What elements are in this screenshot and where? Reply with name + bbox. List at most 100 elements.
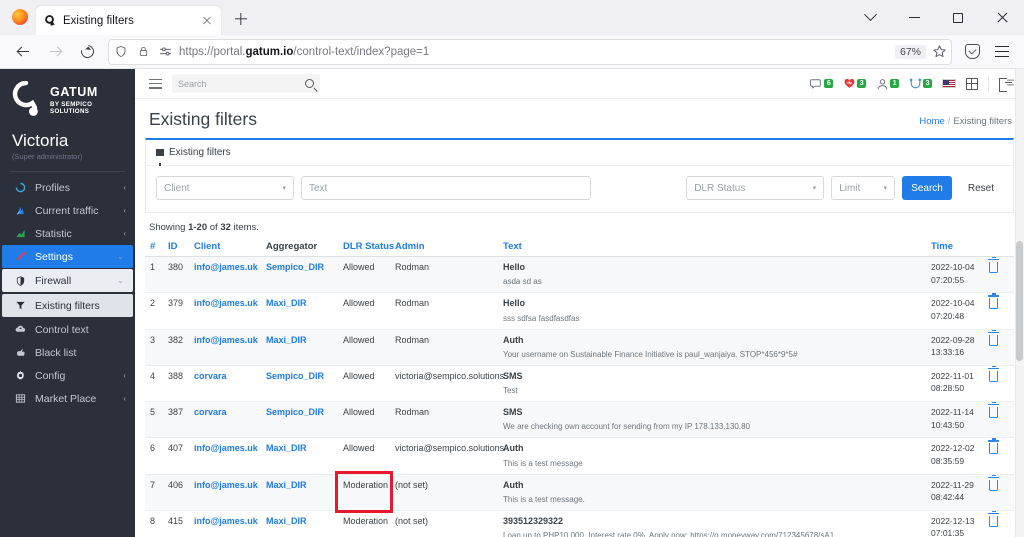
search-icon[interactable] [305,79,314,88]
trash-icon[interactable] [988,402,1000,418]
reload-button[interactable] [72,38,102,66]
reset-button[interactable]: Reset [958,176,1003,200]
users-icon[interactable]: 1 [876,78,900,90]
sidebar-item-statistic[interactable]: Statistic ‹ [0,222,135,245]
page-scrollbar[interactable] [1015,69,1024,537]
cell-client[interactable]: info@james.uk [189,437,261,475]
permissions-icon[interactable] [157,44,173,60]
cell-text: Hello asda sd as [498,256,926,294]
cell-aggregator[interactable]: Sempico_DIR [261,256,338,294]
forward-button[interactable] [40,38,70,66]
shield-icon[interactable] [113,44,129,60]
cell-aggregator[interactable]: Maxi_DIR [261,292,338,330]
table-row[interactable]: 1 380 info@james.uk Sempico_DIR Allowed … [145,256,1014,294]
cell-client[interactable]: info@james.uk [189,474,261,511]
col-aggregator[interactable]: Aggregator [261,237,338,257]
table-row[interactable]: 4 388 corvara Sempico_DIR Allowed victor… [145,365,1014,403]
col-dlr-status[interactable]: DLR Status [338,237,394,257]
col-admin[interactable]: Admin [390,237,498,257]
sms-icon[interactable]: 6 [810,78,834,89]
tab-title: Existing filters [63,14,134,27]
hamburger-icon[interactable] [149,78,162,89]
sidebar-item-market-place[interactable]: Market Place ‹ [0,387,135,410]
scrollbar-thumb[interactable] [1016,241,1023,361]
new-tab-button[interactable] [227,5,255,33]
us-flag-icon[interactable] [942,79,956,88]
cell-aggregator[interactable]: Sempico_DIR [261,365,338,403]
cell-client[interactable]: info@james.uk [189,256,261,294]
market-place-icon [14,393,27,404]
cell-client[interactable]: corvara [189,401,261,439]
sidebar-item-black-list[interactable]: Black list [0,341,135,364]
trash-icon[interactable] [988,438,1000,455]
cell-aggregator[interactable]: Maxi_DIR [261,510,338,537]
col-id[interactable]: ID [163,237,189,257]
list-all-tabs-button[interactable] [848,0,892,35]
cell-aggregator[interactable]: Sempico_DIR [261,401,338,439]
breadcrumb-home[interactable]: Home [919,116,944,127]
client-select[interactable]: Client ▾ [156,176,294,200]
table-row[interactable]: 5 387 corvara Sempico_DIR Allowed Rodman… [145,401,1014,439]
pocket-button[interactable] [958,38,986,66]
sidebar-item-settings[interactable]: Settings ⌄ [2,245,133,268]
brand-text: GATUM BY SEMPICO SOLUTIONS [50,85,125,116]
cell-aggregator[interactable]: Maxi_DIR [261,474,338,511]
search-button[interactable]: Search [902,176,952,200]
col-time[interactable]: Time [926,237,984,257]
trash-icon[interactable] [988,329,1000,346]
support-icon[interactable]: 3 [909,78,932,90]
trash-icon[interactable] [988,293,1000,310]
cell-aggregator[interactable]: Maxi_DIR [261,329,338,366]
trash-icon[interactable] [988,510,1000,527]
apps-grid-icon[interactable] [966,77,978,90]
col-client[interactable]: Client [189,237,261,257]
alerts-icon[interactable]: 3 [843,78,867,89]
brand[interactable]: GATUM BY SEMPICO SOLUTIONS [0,69,135,125]
bookmark-star-icon[interactable] [932,44,947,59]
cell-actions [984,401,1014,439]
col-number[interactable]: # [145,237,163,257]
browser-tab[interactable]: Existing filters [36,6,221,35]
trash-icon[interactable] [988,474,1000,491]
logout-icon[interactable] [999,77,1012,92]
zoom-level-badge[interactable]: 67% [894,44,926,59]
sidebar-item-profiles[interactable]: Profiles ‹ [0,176,135,199]
sidebar-item-config[interactable]: Config ‹ [0,364,135,387]
minimize-button[interactable] [892,0,936,35]
browser-window: Existing filters https://portal.gatum.io [0,0,1024,537]
address-bar[interactable]: https://portal.gatum.io/control-text/ind… [108,38,952,65]
table-row[interactable]: 3 382 info@james.uk Maxi_DIR Allowed Rod… [145,329,1014,366]
sidebar-item-existing-filters[interactable]: Existing filters [2,294,133,317]
dlr-status-select[interactable]: DLR Status ▾ [686,176,825,200]
table-row[interactable]: 2 379 info@james.uk Maxi_DIR Allowed Rod… [145,292,1014,330]
search-input[interactable]: Search [172,74,320,93]
close-window-button[interactable] [980,0,1024,35]
chevron-down-icon: ▾ [883,185,888,192]
cell-aggregator[interactable]: Maxi_DIR [261,437,338,475]
divider [988,75,989,92]
sidebar-item-label: Statistic [35,227,72,240]
trash-icon[interactable] [988,365,1000,382]
col-text[interactable]: Text [498,237,926,257]
sidebar-item-current-traffic[interactable]: Current traffic ‹ [0,199,135,222]
app-menu-button[interactable] [988,38,1016,66]
table-row[interactable]: 6 407 info@james.uk Maxi_DIR Allowed vic… [145,437,1014,475]
text-input[interactable]: Text [301,176,591,200]
maximize-button[interactable] [936,0,980,35]
cell-text: SMS We are checking own account for sendi… [498,401,926,439]
trash-icon[interactable] [988,257,1000,273]
limit-select[interactable]: Limit ▾ [831,176,896,200]
traffic-icon [14,205,27,216]
table-row[interactable]: 8 415 info@james.uk Maxi_DIR Moderation … [145,510,1014,537]
back-button[interactable] [8,38,38,66]
cell-client[interactable]: info@james.uk [189,292,261,330]
close-icon[interactable] [199,13,215,29]
cell-client[interactable]: corvara [189,365,261,403]
sidebar-item-control-text[interactable]: Control text [0,318,135,341]
lock-icon[interactable] [135,44,151,60]
cell-text: Auth This is a test message. [498,474,926,511]
sidebar-item-firewall[interactable]: Firewall ⌄ [2,269,133,292]
table-row[interactable]: 7 406 info@james.uk Maxi_DIR Moderation … [145,470,1014,514]
cell-client[interactable]: info@james.uk [189,329,261,366]
cell-client[interactable]: info@james.uk [189,510,261,537]
